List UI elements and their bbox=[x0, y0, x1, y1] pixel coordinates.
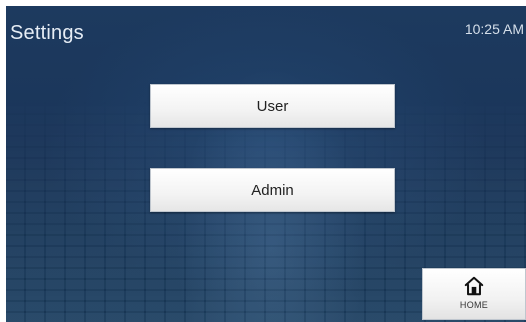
home-icon bbox=[464, 276, 484, 296]
page-title: Settings bbox=[10, 22, 84, 44]
settings-screen: Settings 10:25 AM User Admin HOME bbox=[6, 6, 526, 322]
home-button[interactable]: HOME bbox=[422, 268, 526, 320]
clock: 10:25 AM bbox=[464, 21, 524, 37]
admin-button[interactable]: Admin bbox=[150, 168, 395, 212]
home-label: HOME bbox=[459, 300, 489, 310]
user-button[interactable]: User bbox=[150, 84, 395, 128]
